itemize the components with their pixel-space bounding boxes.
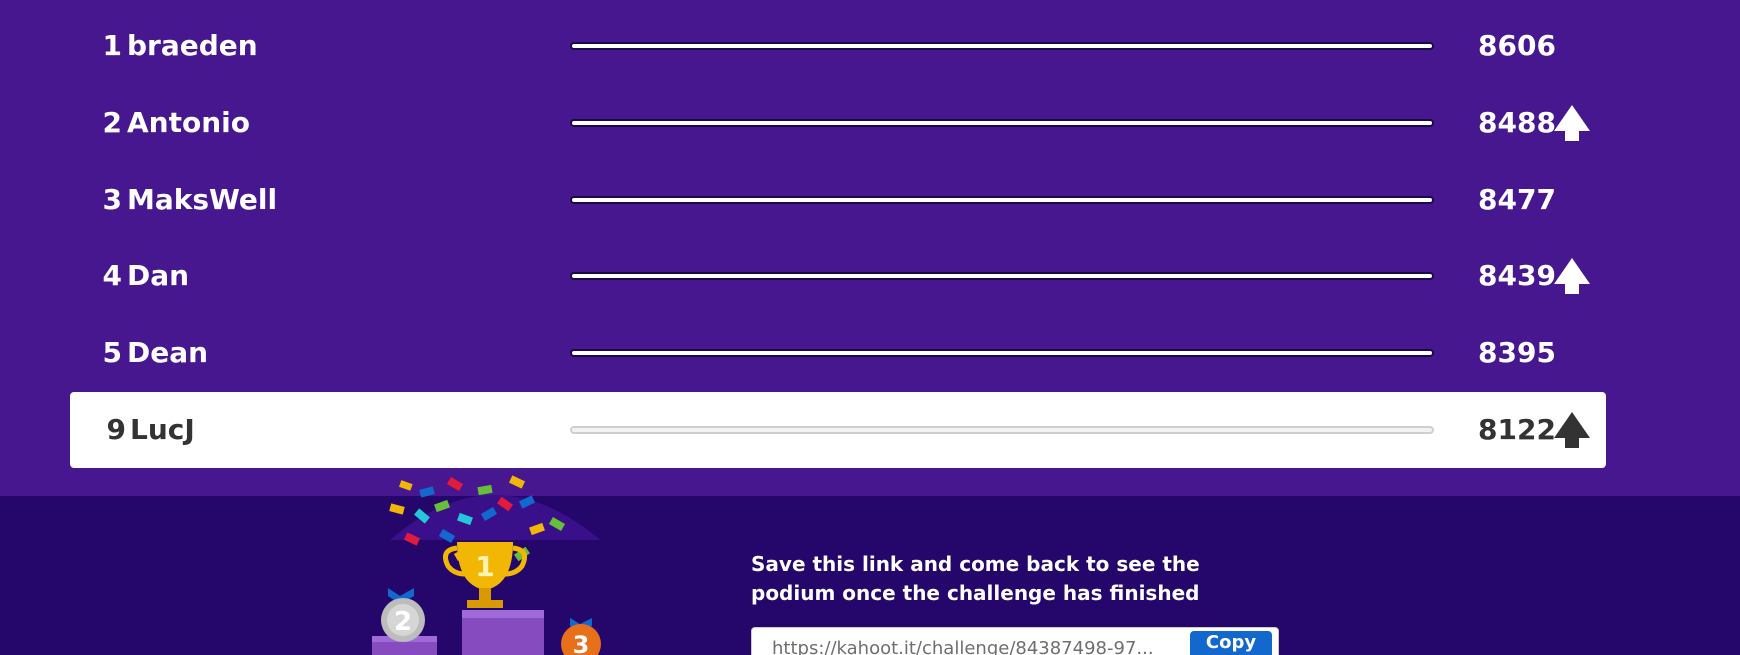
row-rank: 1: [102, 29, 122, 62]
third-place-label: 3: [573, 631, 590, 655]
score-bar: [570, 272, 1434, 280]
row-score: 8606: [1478, 29, 1556, 62]
score-bar: [570, 196, 1434, 204]
leaderboard-row: 1 braeden 8606: [70, 8, 1606, 84]
score-bar: [570, 119, 1434, 127]
arrow-up-icon: [1554, 412, 1590, 448]
save-link-message: Save this link and come back to see the …: [751, 552, 1200, 605]
leaderboard: 1 braeden 8606 2 Antonio 8488 3 MaksWell…: [0, 0, 1740, 496]
leaderboard-row: 3 MaksWell 8477: [70, 162, 1606, 238]
challenge-link-box: Copy: [751, 627, 1279, 655]
row-player-name: Antonio: [127, 106, 250, 139]
row-rank: 4: [102, 259, 122, 292]
silver-medal-icon: 2: [381, 588, 425, 642]
arrow-up-icon: [1554, 105, 1590, 141]
score-bar: [570, 349, 1434, 357]
row-rank: 3: [102, 183, 122, 216]
trophy-icon: 1: [443, 542, 527, 608]
challenge-link-input[interactable]: [752, 628, 1192, 655]
row-player-name: Dean: [127, 336, 209, 369]
row-score: 8477: [1478, 183, 1556, 216]
podium-illustration: 1 2 3: [372, 475, 601, 655]
row-rank: 2: [102, 106, 122, 139]
first-place-label: 1: [475, 550, 494, 583]
leaderboard-row: 2 Antonio 8488: [70, 85, 1606, 161]
row-player-name: Dan: [127, 259, 190, 292]
row-player-name: LucJ: [130, 413, 195, 446]
current-player-row: 9 LucJ 8122: [70, 392, 1606, 468]
row-score: 8395: [1478, 336, 1556, 369]
row-player-name: MaksWell: [127, 183, 278, 216]
leaderboard-row: 4 Dan 8439: [70, 238, 1606, 314]
second-place-label: 2: [394, 607, 412, 637]
row-rank: 9: [106, 413, 126, 446]
bronze-medal-icon: 3: [561, 618, 601, 655]
score-bar: [570, 426, 1434, 434]
leaderboard-row: 5 Dean 8395: [70, 315, 1606, 391]
row-player-name: braeden: [127, 29, 258, 62]
arrow-up-icon: [1554, 258, 1590, 294]
score-bar: [570, 42, 1434, 50]
row-rank: 5: [102, 336, 122, 369]
copy-button[interactable]: Copy: [1190, 631, 1272, 655]
